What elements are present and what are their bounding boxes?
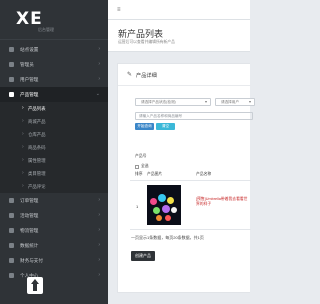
table-divider xyxy=(130,180,251,181)
sidebar-subitem-categories[interactable]: › 类目管理 xyxy=(0,167,108,180)
column-header-name: 产品名称 xyxy=(196,172,212,176)
sidebar-subitem-label: 商品条码 xyxy=(28,145,46,150)
logistics-icon xyxy=(9,228,14,233)
sidebar-item-finance[interactable]: 财务与支付 › xyxy=(0,253,108,268)
chevron-right-icon: › xyxy=(98,227,100,233)
sidebar-subitem-barcodes[interactable]: › 商品条码 xyxy=(0,141,108,154)
sidebar-menu: 站点设置 › 管理员 › 用户管理 › 产品管理 ⌄ › 产品列表 › 商城产品… xyxy=(0,42,108,283)
sidebar-subitem-attributes[interactable]: › 属性管理 xyxy=(0,154,108,167)
sidebar-subitem-product-list[interactable]: › 产品列表 xyxy=(0,102,108,115)
sidebar-item-statistics[interactable]: 数据统计 › xyxy=(0,238,108,253)
sidebar-item-admins[interactable]: 管理员 › xyxy=(0,57,108,72)
sidebar-item-label: 物流管理 xyxy=(20,228,39,233)
user-icon xyxy=(9,77,14,82)
row-id: 1 xyxy=(136,204,139,209)
table-divider xyxy=(130,229,251,230)
sidebar-subitem-label: 商城产品 xyxy=(28,119,46,124)
sidebar-item-label: 管理员 xyxy=(20,62,34,67)
profile-icon xyxy=(9,273,14,278)
select-all-label: 全选 xyxy=(141,164,149,168)
sidebar-item-profile[interactable]: 个人中心 › xyxy=(0,268,108,283)
sidebar-subitem-label: 属性管理 xyxy=(28,158,46,163)
sidebar-item-products[interactable]: 产品管理 ⌄ xyxy=(0,87,108,102)
user-select-value: 请选择用户 xyxy=(221,100,239,104)
sidebar: XE 后台管理 站点设置 › 管理员 › 用户管理 › 产品管理 ⌄ › 产品列… xyxy=(0,0,108,304)
status-select[interactable]: 请选择产品状态(检测) ▾ xyxy=(135,98,211,106)
panel-title: 产品详细 xyxy=(136,73,157,79)
chevron-right-icon: › xyxy=(98,257,100,263)
search-button[interactable]: 开始查询 xyxy=(135,123,154,130)
chevron-down-icon: ▾ xyxy=(248,99,251,104)
page-header: 新产品列表 运营后可以查看并编辑所有新产品 xyxy=(108,20,250,52)
sidebar-subitem-label: 产品评论 xyxy=(28,184,46,189)
bullet-icon: › xyxy=(22,144,24,150)
product-thumbnail[interactable] xyxy=(147,185,181,225)
column-header-sort[interactable]: 排序 xyxy=(135,172,143,177)
page-title: 新产品列表 xyxy=(118,29,164,39)
bullet-icon: › xyxy=(22,157,24,163)
sidebar-item-label: 用户管理 xyxy=(20,77,39,82)
brand-logo[interactable]: XE xyxy=(16,9,43,29)
sidebar-subitem-label: 产品列表 xyxy=(28,106,46,111)
chevron-down-icon: ⌄ xyxy=(95,91,100,97)
activity-icon xyxy=(9,213,14,218)
product-name-link[interactable]: [预售]Umbrella带着我去看看世界的样子 xyxy=(196,197,251,207)
create-product-button[interactable]: 创建产品 xyxy=(131,251,155,261)
pagination-info: 一页显示1条数据，每页20条数据，共1页 xyxy=(131,235,204,240)
reset-button[interactable]: 清空 xyxy=(156,123,175,130)
user-select[interactable]: 请选择用户 ▾ xyxy=(215,98,255,106)
sidebar-subitem-mall-products[interactable]: › 商城产品 xyxy=(0,115,108,128)
finance-icon xyxy=(9,258,14,263)
sidebar-subitem-label: 仓库产品 xyxy=(28,132,46,137)
brand-subtitle: 后台管理 xyxy=(38,27,54,32)
bullet-icon: › xyxy=(22,118,24,124)
chevron-right-icon: › xyxy=(98,212,100,218)
product-icon xyxy=(9,92,14,97)
sidebar-item-logistics[interactable]: 物流管理 › xyxy=(0,223,108,238)
panel-header: ✎ 产品详细 xyxy=(118,64,251,86)
sidebar-subitem-label: 类目管理 xyxy=(28,171,46,176)
sidebar-item-label: 站点设置 xyxy=(20,47,39,52)
chevron-right-icon: › xyxy=(98,61,100,67)
sidebar-subitem-reviews[interactable]: › 产品评论 xyxy=(0,180,108,193)
sidebar-subitem-warehouse-products[interactable]: › 仓库产品 xyxy=(0,128,108,141)
select-all-checkbox[interactable] xyxy=(135,165,139,169)
chevron-right-icon: › xyxy=(98,242,100,248)
chevron-right-icon: › xyxy=(98,76,100,82)
status-select-value: 请选择产品状态(检测) xyxy=(141,100,176,104)
sidebar-item-label: 订单管理 xyxy=(20,198,39,203)
sidebar-item-label: 产品管理 xyxy=(20,92,39,97)
settings-icon xyxy=(9,47,14,52)
column-header-id: 产品号 xyxy=(135,154,147,158)
edit-icon: ✎ xyxy=(127,72,133,78)
column-header-image: 产品图片 xyxy=(147,172,163,176)
bullet-icon: › xyxy=(22,131,24,137)
sidebar-item-activities[interactable]: 活动管理 › xyxy=(0,208,108,223)
chevron-right-icon: › xyxy=(98,272,100,278)
scroll-to-top-button[interactable] xyxy=(27,277,43,294)
chevron-right-icon: › xyxy=(98,46,100,52)
chevron-right-icon: › xyxy=(98,197,100,203)
product-panel: ✎ 产品详细 请选择产品状态(检测) ▾ 请选择用户 ▾ 请输入产品名称和商品编… xyxy=(117,63,255,293)
chart-icon xyxy=(9,243,14,248)
order-icon xyxy=(9,198,14,203)
sidebar-item-label: 活动管理 xyxy=(20,213,39,218)
sidebar-item-users[interactable]: 用户管理 › xyxy=(0,72,108,87)
bullet-icon: › xyxy=(22,183,24,189)
chevron-down-icon: ▾ xyxy=(204,99,207,104)
brand: XE 后台管理 xyxy=(0,0,108,40)
sidebar-item-label: 数据统计 xyxy=(20,243,39,248)
sidebar-item-label: 财务与支付 xyxy=(20,258,43,263)
menu-toggle-icon[interactable]: ≡ xyxy=(117,7,121,13)
sidebar-item-orders[interactable]: 订单管理 › xyxy=(0,193,108,208)
search-input[interactable]: 请输入产品名称和商品编号 xyxy=(135,112,253,120)
page-description: 运营后可以查看并编辑所有新产品 xyxy=(118,40,175,44)
admin-icon xyxy=(9,62,14,67)
bullet-icon: › xyxy=(22,170,24,176)
sidebar-item-site-settings[interactable]: 站点设置 › xyxy=(0,42,108,57)
bullet-icon: › xyxy=(22,105,24,111)
top-header: ≡ xyxy=(108,0,250,20)
